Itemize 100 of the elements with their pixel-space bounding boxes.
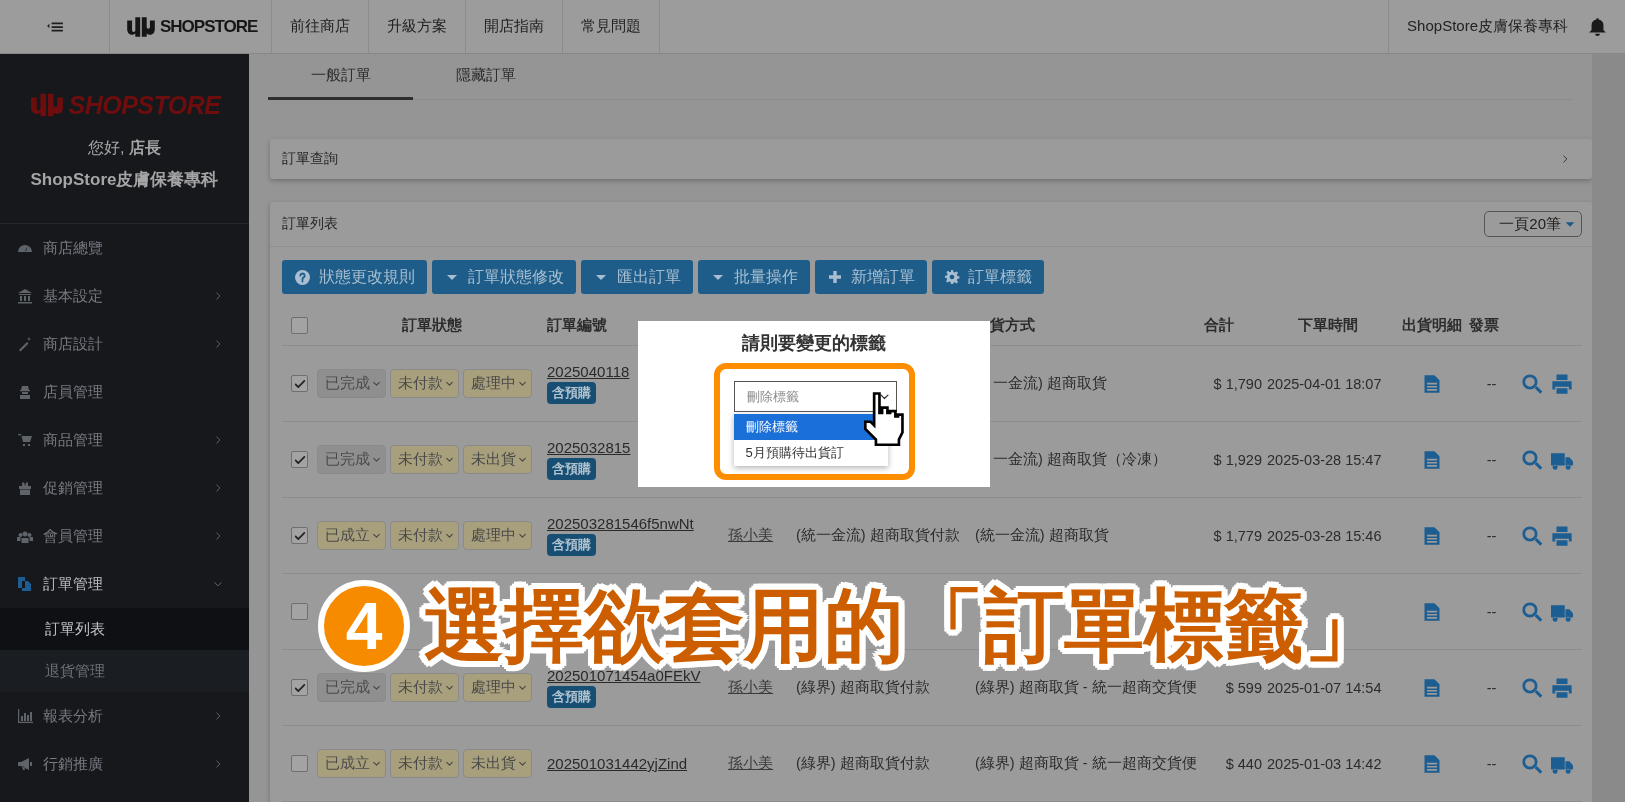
help-icon (294, 268, 311, 286)
order-link[interactable]: 202503281546f5nwNt (547, 515, 694, 532)
cart-icon (16, 432, 34, 448)
status-dropdown[interactable]: 未出貨 (463, 749, 532, 778)
logo-text: SHOPSTORE (160, 16, 258, 37)
gift-icon (16, 480, 34, 496)
tag-select[interactable]: 刪除標籤 (733, 381, 897, 412)
tab[interactable]: 一般訂單 (268, 54, 413, 101)
checkbox[interactable] (291, 679, 308, 696)
submenu-item[interactable]: 訂單列表 (0, 608, 249, 650)
toolbar-button[interactable]: 新增訂單 (815, 260, 927, 294)
customer-link[interactable]: 孫小美 (728, 755, 773, 771)
sidebar-item[interactable]: 訂單管理 (0, 560, 249, 608)
status-dropdown[interactable]: 未出貨 (463, 445, 532, 474)
shipping-method: (統一金流) 超商取貨 (975, 527, 1109, 543)
order-time: 2025-01-03 14:42 (1267, 755, 1382, 772)
order-total: $ 1,790 (1213, 375, 1262, 392)
search-icon[interactable] (1520, 372, 1543, 395)
invoice-text: -- (1486, 375, 1497, 392)
chevron-down-icon (372, 531, 381, 540)
tag-badge: 含預購 (547, 534, 596, 556)
bell-icon[interactable] (1588, 16, 1607, 37)
search-panel[interactable]: 訂單查詢 (270, 139, 1592, 179)
column-header: 貨方式 (990, 317, 1035, 333)
status-dropdown[interactable]: 已成立 (317, 749, 386, 778)
order-time: 2025-03-28 15:46 (1267, 527, 1382, 544)
submenu-item[interactable]: 退貨管理 (0, 650, 249, 692)
status-dropdown[interactable]: 處理中 (463, 521, 532, 550)
column-header: 發票 (1469, 317, 1499, 333)
search-icon[interactable] (1520, 600, 1543, 623)
status-dropdown[interactable]: 未付款 (390, 749, 459, 778)
nav-link[interactable]: 常見問題 (563, 0, 661, 53)
checkbox[interactable] (291, 451, 308, 468)
scrollbar[interactable] (1592, 54, 1625, 802)
sidebar-item[interactable]: 報表分析 (0, 692, 249, 740)
print-icon[interactable] (1550, 372, 1573, 395)
sidebar-item[interactable]: 基本設定 (0, 272, 249, 320)
nav-link[interactable]: 開店指南 (466, 0, 564, 53)
sidebar-item[interactable]: 促銷管理 (0, 464, 249, 512)
checkbox[interactable] (291, 603, 308, 620)
page-size-select[interactable]: 一頁20筆 (1484, 211, 1582, 237)
toolbar-button[interactable]: 批量操作 (698, 260, 810, 294)
sidebar-item[interactable]: 商品管理 (0, 416, 249, 464)
invoice-text: -- (1486, 527, 1497, 544)
nav-link[interactable]: 前往商店 (272, 0, 370, 53)
checkbox[interactable] (291, 527, 308, 544)
search-icon[interactable] (1520, 524, 1543, 547)
customer-link[interactable]: 孫小美 (728, 527, 773, 543)
shop-name[interactable]: ShopStore皮膚保養專科 (1388, 0, 1588, 53)
print-icon[interactable] (1550, 524, 1573, 547)
shipping-method: (綠界) 超商取貨 - 統一超商交貨便 (975, 679, 1197, 695)
order-total: $ 599 (1225, 679, 1262, 696)
order-link[interactable]: 2025040118 (547, 363, 630, 380)
plus-icon (827, 269, 843, 285)
toolbar-button[interactable]: 訂單標籤 (932, 260, 1044, 294)
logo-text: SHOPSTORE (68, 90, 221, 120)
status-dropdown[interactable]: 未付款 (390, 445, 459, 474)
status-dropdown[interactable]: 已成立 (317, 521, 386, 550)
status-dropdown[interactable]: 未付款 (390, 521, 459, 550)
status-dropdown[interactable]: 已完成 (317, 445, 386, 474)
tab[interactable]: 隱藏訂單 (413, 54, 558, 101)
status-dropdown[interactable]: 處理中 (463, 673, 532, 702)
sidebar-item[interactable]: 店員管理 (0, 368, 249, 416)
status-dropdown[interactable]: 已完成 (317, 369, 386, 398)
search-icon[interactable] (1520, 676, 1543, 699)
tag-badge: 含預購 (547, 686, 596, 708)
bullhorn-icon (16, 756, 34, 772)
order-time: 2025-04-01 18:07 (1267, 375, 1382, 392)
search-icon[interactable] (1520, 752, 1543, 775)
checkbox[interactable] (291, 317, 308, 334)
sidebar-item[interactable]: 商店總覽 (0, 224, 249, 272)
chevron-down-icon (372, 683, 381, 692)
sidebar-item[interactable]: 會員管理 (0, 512, 249, 560)
status-dropdown[interactable]: 未付款 (390, 369, 459, 398)
panel-title: 訂單列表 (282, 215, 338, 233)
chevron-down-icon (518, 531, 527, 540)
toolbar-button[interactable]: 匯出訂單 (581, 260, 693, 294)
order-link[interactable]: 202501071454a0FEkV (547, 667, 701, 684)
sidebar-item[interactable]: 行銷推廣 (0, 740, 249, 788)
chevron-down-icon (445, 531, 454, 540)
search-icon[interactable] (1520, 448, 1543, 471)
checkbox[interactable] (291, 755, 308, 772)
order-link[interactable]: 202501031442yjZind (547, 755, 688, 772)
customer-link[interactable]: 孫小美 (728, 679, 773, 695)
sidebar-item[interactable]: 商店設計 (0, 320, 249, 368)
payment-method: (綠界) 超商取貨付款 (796, 755, 930, 771)
print-icon[interactable] (1550, 676, 1573, 699)
status-dropdown[interactable]: 未付款 (390, 673, 459, 702)
checkbox[interactable] (291, 375, 308, 392)
toolbar-button[interactable]: 訂單狀態修改 (432, 260, 576, 294)
order-total: $ 440 (1225, 755, 1262, 772)
order-link[interactable]: 2025032815 (547, 439, 631, 456)
chevron-down-icon (372, 759, 381, 768)
settings-icon (944, 269, 960, 285)
status-dropdown[interactable]: 已完成 (317, 673, 386, 702)
toolbar-button[interactable]: 狀態更改規則 (282, 260, 427, 294)
invoice-text: -- (1486, 755, 1497, 772)
status-dropdown[interactable]: 處理中 (463, 369, 532, 398)
dropdown-option[interactable]: 5月預購待出貨訂 (733, 440, 888, 466)
nav-link[interactable]: 升級方案 (369, 0, 467, 53)
